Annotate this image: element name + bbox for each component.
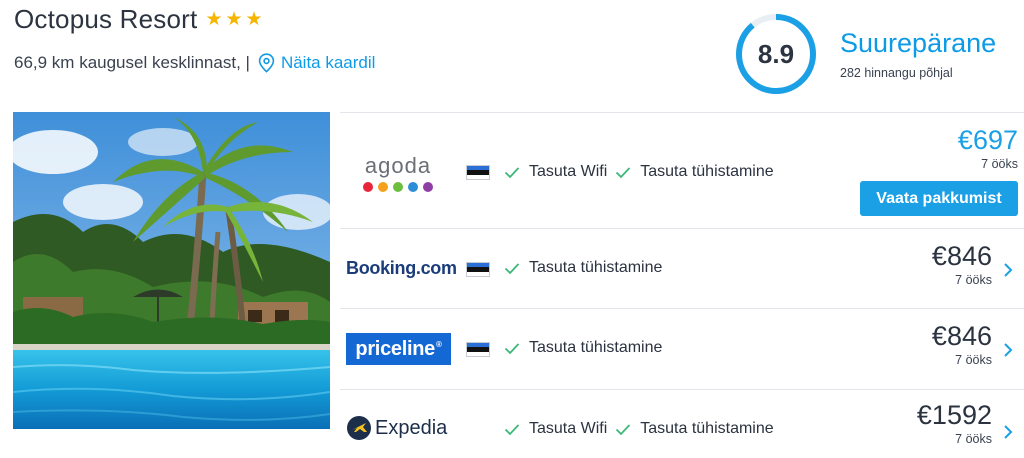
- star-icon: ★: [225, 9, 243, 30]
- offer-price: €1592 7 ööks: [917, 400, 992, 446]
- star-icon: ★: [245, 9, 263, 30]
- offer-features: Tasuta tühistamine: [504, 259, 670, 277]
- booking-logo-text: Booking.com: [346, 258, 457, 278]
- check-icon: [504, 342, 520, 354]
- priceline-logo: priceline ®: [346, 333, 451, 365]
- agoda-dots: [362, 182, 434, 192]
- rating-score: 8.9: [757, 38, 795, 69]
- offer-row-expedia[interactable]: Expedia Tasuta Wifi Tasuta tühistamine €…: [340, 389, 1024, 458]
- booking-logo: Booking.com: [346, 258, 457, 279]
- feature-item: Tasuta Wifi: [504, 420, 607, 438]
- priceline-logo-text: priceline: [355, 337, 435, 360]
- star-rating: ★ ★ ★: [205, 10, 262, 29]
- agoda-logo-text: agoda: [364, 153, 432, 178]
- chevron-right-icon[interactable]: [1003, 262, 1013, 278]
- price-amount: €846: [931, 241, 992, 271]
- check-icon: [616, 166, 631, 178]
- offer-features: Tasuta Wifi Tasuta tühistamine: [504, 420, 782, 438]
- expedia-plane-icon: [347, 416, 371, 440]
- feature-label: Tasuta tühistamine: [640, 163, 774, 180]
- map-link-label: Näita kaardil: [280, 53, 376, 72]
- feature-item: Tasuta tühistamine: [615, 420, 774, 438]
- check-icon: [616, 423, 631, 435]
- map-pin-icon: [258, 53, 275, 73]
- hotel-photo-image: [13, 112, 330, 429]
- price-nights: 7 ööks: [955, 273, 992, 287]
- check-icon: [504, 262, 520, 274]
- offer-features: Tasuta Wifi Tasuta tühistamine: [504, 163, 782, 181]
- chevron-right-icon[interactable]: [1003, 424, 1013, 440]
- price-amount: €846: [931, 321, 992, 351]
- offer-row-agoda[interactable]: agoda Tasuta Wifi Tasuta tühistamine €69…: [340, 112, 1024, 228]
- offer-features: Tasuta tühistamine: [504, 339, 670, 357]
- check-icon: [504, 423, 520, 435]
- hotel-name: Octopus Resort: [14, 4, 198, 34]
- distance-text: 66,9 km kaugusel kesklinnast, |: [14, 53, 250, 72]
- view-deal-button[interactable]: Vaata pakkumist: [860, 181, 1018, 216]
- star-icon: ★: [205, 9, 223, 30]
- estonia-flag-icon: [466, 342, 490, 357]
- chevron-right-icon[interactable]: [1003, 342, 1013, 358]
- offer-price: €846 7 ööks: [932, 321, 992, 367]
- offer-price: €846 7 ööks: [932, 241, 992, 287]
- hotel-title-row: Octopus Resort ★ ★ ★: [14, 4, 263, 35]
- offer-price: €697 7 ööks: [958, 125, 1018, 171]
- estonia-flag-icon: [466, 262, 490, 277]
- hotel-photo[interactable]: [13, 112, 330, 429]
- feature-label: Tasuta tühistamine: [640, 420, 774, 437]
- offer-row-booking[interactable]: Booking.com Tasuta tühistamine €846 7 öö…: [340, 228, 1024, 308]
- show-on-map-link[interactable]: Näita kaardil: [258, 53, 376, 73]
- price-nights: 7 ööks: [955, 353, 992, 367]
- feature-label: Tasuta Wifi: [529, 163, 608, 180]
- estonia-flag-icon: [466, 165, 490, 180]
- price-nights: 7 ööks: [955, 432, 992, 446]
- price-amount: €697: [957, 125, 1018, 155]
- price-nights: 7 ööks: [981, 157, 1018, 171]
- feature-item: Tasuta tühistamine: [504, 259, 662, 277]
- rating-count: 282 hinnangu põhjal: [840, 66, 953, 80]
- check-icon: [504, 166, 520, 178]
- offer-row-priceline[interactable]: priceline ® Tasuta tühistamine €846 7 öök…: [340, 308, 1024, 389]
- expedia-logo-text: Expedia: [375, 416, 448, 439]
- rating-label: Suurepärane: [840, 28, 997, 58]
- feature-label: Tasuta tühistamine: [529, 339, 663, 356]
- agoda-logo: agoda: [362, 153, 434, 192]
- feature-label: Tasuta tühistamine: [529, 259, 663, 276]
- feature-item: Tasuta tühistamine: [504, 339, 662, 357]
- offers-list: agoda Tasuta Wifi Tasuta tühistamine €69…: [340, 112, 1024, 458]
- feature-item: Tasuta tühistamine: [615, 163, 774, 181]
- price-amount: €1592: [916, 400, 992, 430]
- feature-label: Tasuta Wifi: [529, 420, 608, 437]
- feature-item: Tasuta Wifi: [504, 163, 607, 181]
- expedia-logo: Expedia: [346, 415, 447, 441]
- location-row: 66,9 km kaugusel kesklinnast, | Näita ka…: [14, 53, 375, 73]
